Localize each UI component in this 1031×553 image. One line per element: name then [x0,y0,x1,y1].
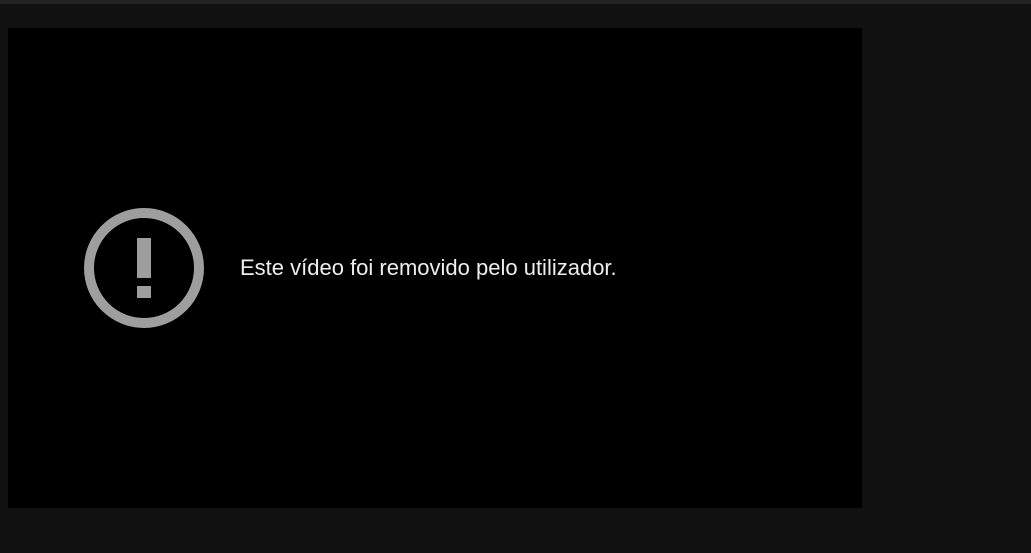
exclamation-circle-icon [84,208,204,328]
video-player[interactable]: Este vídeo foi removido pelo utilizador. [8,28,862,508]
video-removed-message: Este vídeo foi removido pelo utilizador. [240,255,617,280]
page: Este vídeo foi removido pelo utilizador. [0,0,1031,553]
side-panel [862,4,1031,553]
